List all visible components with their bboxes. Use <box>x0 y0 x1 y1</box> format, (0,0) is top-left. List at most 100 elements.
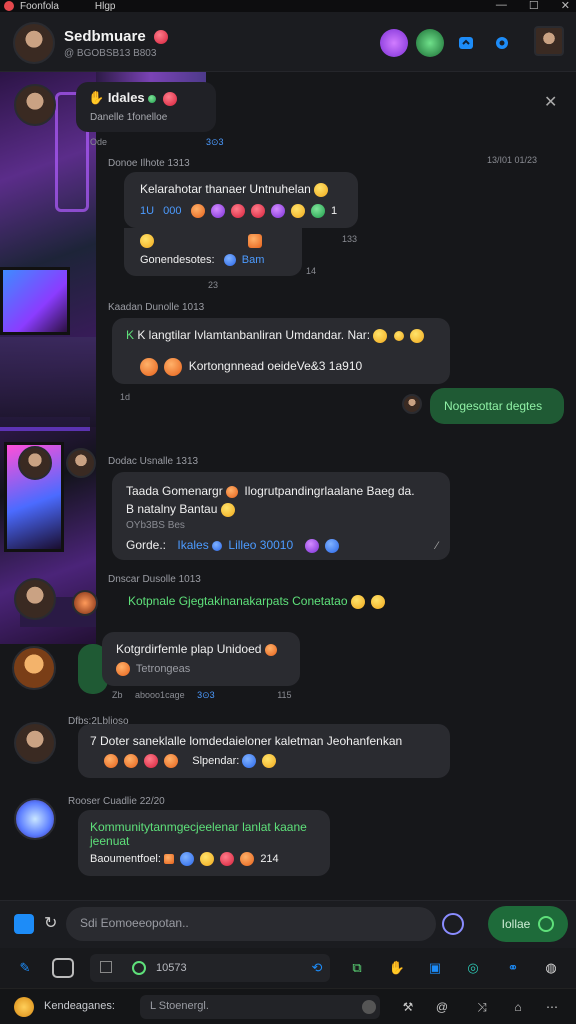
message-sub-card[interactable]: Gonendesotes: Bam <box>124 228 302 276</box>
voice-timer[interactable]: 10573 <box>90 954 330 982</box>
wink-emoji-icon <box>373 328 388 343</box>
emoji-picker-icon[interactable] <box>442 913 464 935</box>
pinned-avatar[interactable] <box>14 84 56 126</box>
at-icon[interactable]: @ <box>432 997 452 1017</box>
attach-file-icon[interactable] <box>14 914 34 934</box>
sub-card-label: Gonendesotes: Bam <box>140 254 265 267</box>
status-bar: Kendeaganes: L Stoenergl. ⚒ @ ⤨ ⌂ ⋯ <box>0 988 576 1024</box>
user-avatar-thumb[interactable] <box>534 26 564 56</box>
profile-avatar[interactable] <box>13 22 55 64</box>
reaction-icon <box>164 754 179 768</box>
app-title: Foonfola <box>20 0 59 12</box>
read-receipt-avatar <box>402 394 422 414</box>
dismiss-pinned-icon[interactable]: ✕ <box>544 92 557 112</box>
thumbs-up-icon: ✋ <box>88 90 105 105</box>
message-input[interactable]: Sdi Eomoeeopotan.. <box>66 907 436 941</box>
sticker-icon[interactable]: ⧉ <box>346 958 368 978</box>
sub-card-time: 14 <box>306 266 317 276</box>
contact-handle: @ BGOBSB13 B803 <box>64 48 157 59</box>
sender-avatar[interactable] <box>12 646 56 690</box>
message-bubble[interactable]: K K langtilar Ivlamtanbanliran Umdandar.… <box>112 318 450 384</box>
close-window-button[interactable]: ✕ <box>561 0 570 12</box>
message-reactions-row: 1U 000 1 <box>140 204 338 218</box>
status-input[interactable]: L Stoenergl. <box>140 995 380 1019</box>
reaction-icon <box>124 754 139 768</box>
settings-gear-icon[interactable] <box>488 29 516 57</box>
minimize-button[interactable]: — <box>496 0 507 12</box>
camera-icon[interactable] <box>52 958 74 978</box>
maximize-button[interactable]: ☐ <box>529 0 539 12</box>
smile-emoji-icon <box>140 234 154 248</box>
reaction-icon <box>262 754 277 768</box>
pinned-preview: Danelle 1fonelloe <box>90 112 168 123</box>
send-button[interactable]: Iollae <box>488 906 568 942</box>
reaction-icon <box>144 754 159 768</box>
star-emoji-icon <box>393 330 404 341</box>
message-bubble[interactable]: 7 Doter saneklalle lomdedaieloner kaletm… <box>78 724 450 778</box>
lock-icon[interactable]: ⌂ <box>508 997 528 1017</box>
message-text[interactable]: Kotpnale Gjegtakinanakarpats Conetatao <box>128 594 388 609</box>
grin-emoji-icon <box>140 358 158 376</box>
action-toolbar: ✎ 10573 ⟲ ⧉ ✋ ▣ ◎ ⚭ ◍ <box>0 948 576 988</box>
story-avatar-2[interactable] <box>416 29 444 57</box>
app-logo-icon <box>4 1 14 11</box>
help-menu[interactable]: Hlgp <box>95 1 116 12</box>
reaction-avatar <box>72 590 98 616</box>
message-bubble[interactable]: Kommunitytanmgecjeelenar lanlat kaane je… <box>78 810 330 876</box>
sender-avatar[interactable] <box>14 798 56 840</box>
gallery-icon[interactable]: ▣ <box>424 958 446 978</box>
reaction-icon <box>242 754 257 768</box>
pen-icon[interactable]: ✎ <box>14 958 36 978</box>
status-emoji-icon[interactable] <box>14 997 34 1017</box>
reaction-icon <box>250 204 265 218</box>
sparkle-emoji-icon <box>410 328 425 343</box>
message-aside-time: 133 <box>342 234 358 244</box>
reaction-icon <box>264 643 277 656</box>
sender-avatar[interactable] <box>14 722 56 764</box>
globe-icon[interactable]: ◍ <box>540 958 562 978</box>
reaction-icon <box>310 204 325 218</box>
message-small-meta: OYb3BS Bes <box>126 520 185 531</box>
reaction-icon <box>270 204 285 218</box>
sparkle-emoji-icon <box>220 502 235 517</box>
send-icon <box>538 916 555 932</box>
message-bubble[interactable]: Taada Gomenargr Ilogrutpandingrlaalane B… <box>112 472 450 560</box>
message-time: 1d <box>120 392 131 402</box>
tools-icon[interactable]: ⚒ <box>398 997 418 1017</box>
more-options-icon[interactable]: ⋯ <box>542 997 562 1017</box>
pinned-message[interactable]: ✋ Idales Danelle 1fonelloe <box>76 82 216 132</box>
reaction-icon <box>240 852 255 866</box>
chat-app-window: Foonfola Hlgp — ☐ ✕ Sedbmuare @ BGOBSB13… <box>0 0 576 1024</box>
message-footer: Kortongnnead oeideVe&3 1a910 <box>140 358 362 376</box>
story-avatar-1[interactable] <box>380 29 408 57</box>
heart-emoji-icon <box>226 485 239 498</box>
message-bubble[interactable]: Kotgrdirfemle plap Unidoed Tetrongeas <box>102 632 300 686</box>
link-icon[interactable]: ⚭ <box>502 958 524 978</box>
resize-handle-icon[interactable]: ⁄ <box>436 540 438 552</box>
shuffle-icon[interactable]: ⤨ <box>472 997 492 1017</box>
share-icon[interactable] <box>452 29 480 57</box>
record-icon <box>100 961 112 973</box>
refresh-icon[interactable]: ⟲ <box>306 958 328 978</box>
reaction-icon <box>116 662 130 676</box>
hand-icon[interactable]: ✋ <box>386 958 408 978</box>
contact-name: Sedbmuare <box>64 28 171 45</box>
outgoing-message[interactable]: Nogesottar degtes <box>430 388 564 424</box>
message-bubble[interactable]: Kelarahotar thanaer Untnuhelan 1U 000 1 <box>124 172 358 228</box>
location-icon[interactable]: ◎ <box>462 958 484 978</box>
chat-header: Sedbmuare @ BGOBSB13 B803 <box>0 12 576 72</box>
refresh-icon[interactable]: ↻ <box>44 913 57 933</box>
sender-avatar[interactable] <box>14 578 56 620</box>
title-bar: Foonfola Hlgp — ☐ ✕ <box>0 0 576 12</box>
field-action-icon[interactable] <box>362 1000 376 1014</box>
reaction-icon <box>324 538 339 553</box>
smile-emoji-icon <box>371 594 386 609</box>
message-composer: ↻ Sdi Eomoeeopotan.. Iollae <box>0 900 576 948</box>
message-title: Kotgrdirfemle plap Unidoed <box>116 642 280 656</box>
reaction-icon <box>104 754 118 768</box>
message-sub: Tetrongeas <box>116 662 190 676</box>
reaction-icon <box>290 204 305 218</box>
sender-avatar[interactable] <box>66 448 96 478</box>
sender-avatar-side[interactable] <box>18 446 52 480</box>
message-sender: Kaadan Dunolle 1013 <box>108 302 205 313</box>
